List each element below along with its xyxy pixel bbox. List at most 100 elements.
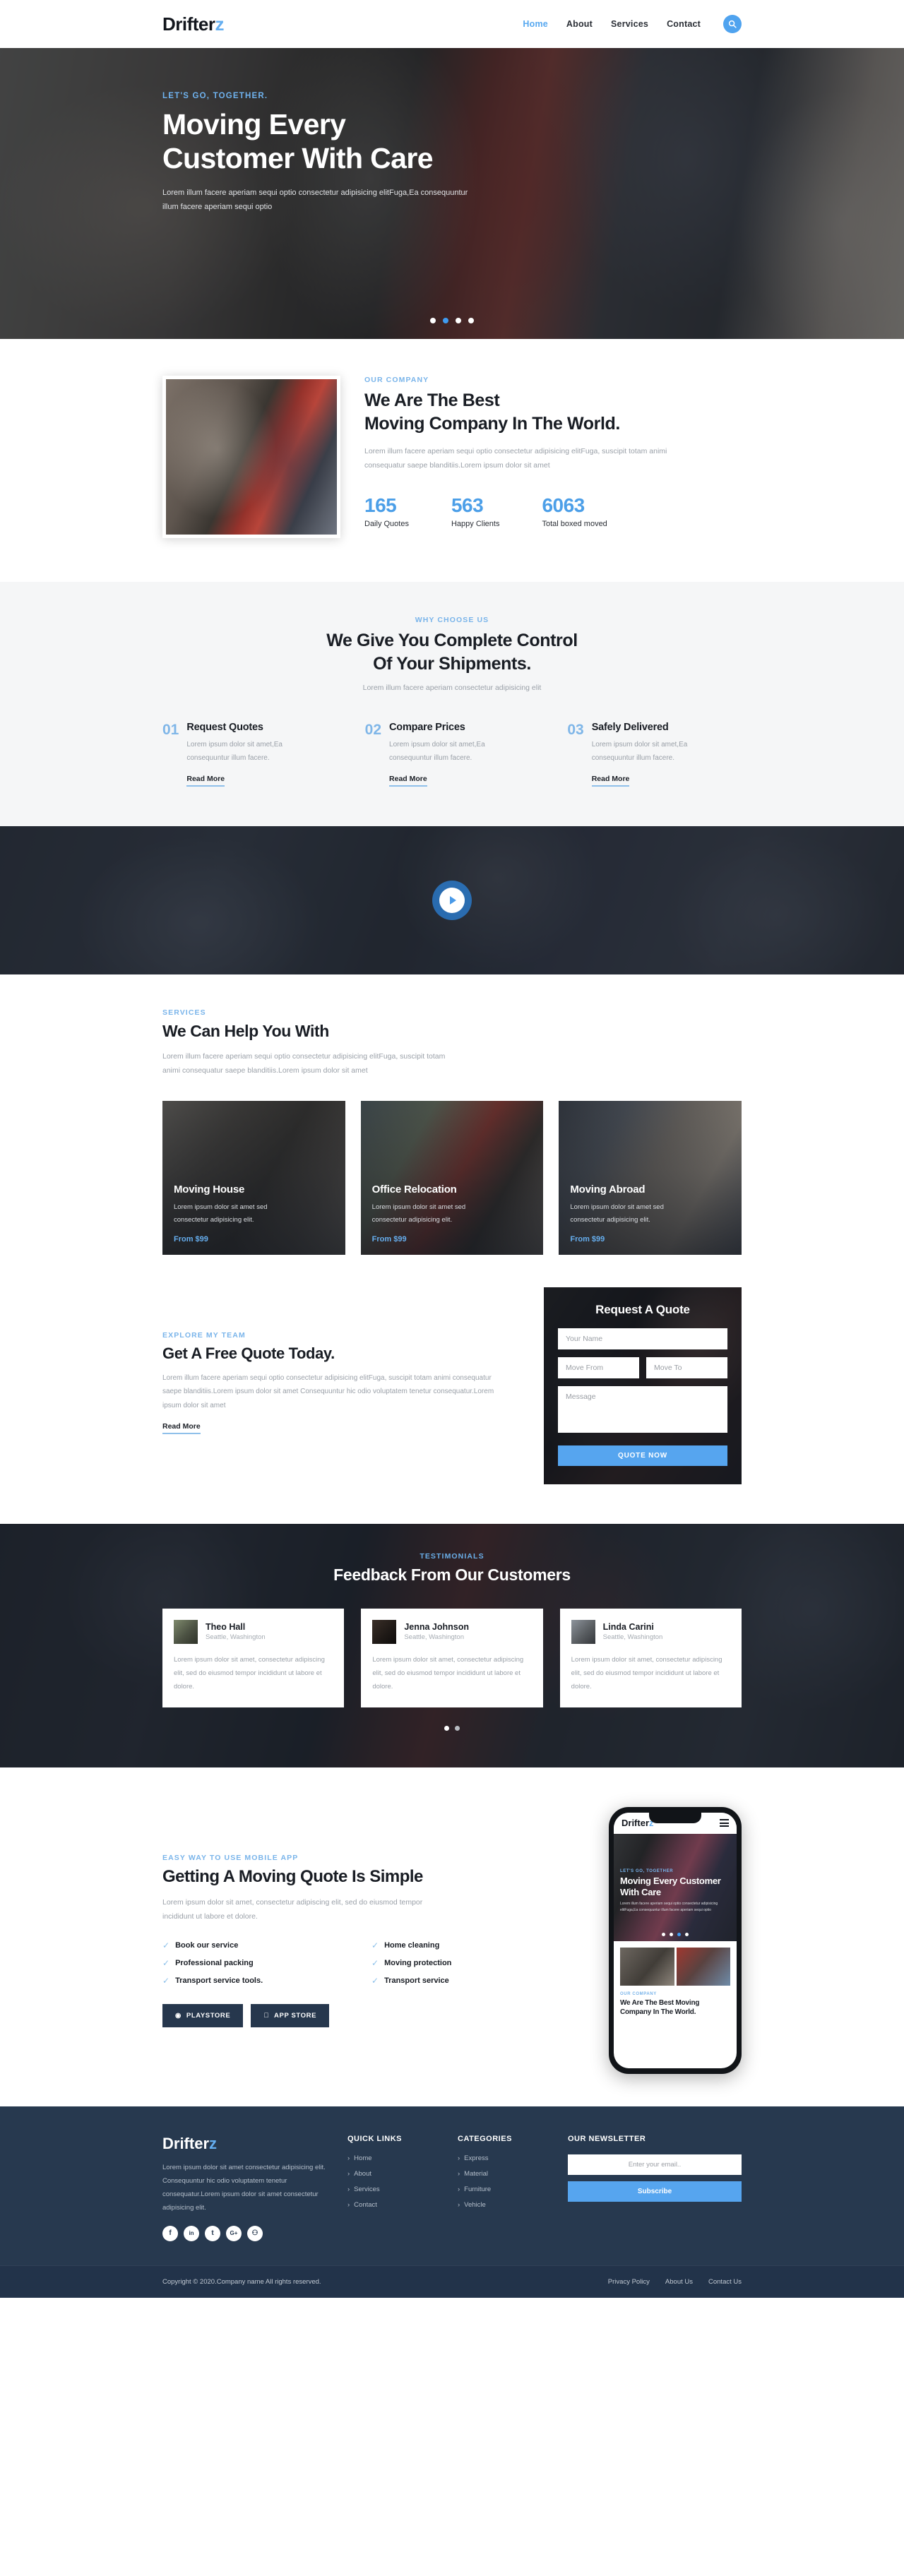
contact-us-link[interactable]: Contact Us bbox=[708, 2278, 742, 2286]
phone-notch bbox=[649, 1812, 701, 1823]
phone-hero-paragraph: Lorem illum facere aperiam sequi optio c… bbox=[620, 1902, 718, 1912]
quote-move-from-input[interactable] bbox=[558, 1356, 639, 1378]
why-feature-item: 02 Compare Prices Lorem ipsum dolor sit … bbox=[365, 722, 540, 787]
check-icon: ✓ bbox=[371, 1940, 379, 1950]
avatar bbox=[571, 1619, 595, 1644]
quote-name-input[interactable] bbox=[558, 1328, 727, 1349]
facebook-icon[interactable]: f bbox=[162, 2225, 178, 2241]
nav-item-services[interactable]: Services bbox=[611, 19, 648, 29]
quote-message-textarea[interactable] bbox=[558, 1385, 727, 1433]
logo-accent-text: z bbox=[215, 13, 225, 35]
phone-dot-2[interactable] bbox=[670, 1932, 673, 1936]
quote-submit-button[interactable]: QUOTE NOW bbox=[558, 1445, 727, 1466]
footer-category-vehicle[interactable]: Vehicle bbox=[458, 2201, 548, 2209]
copyright-bar: Copyright © 2020.Company name All rights… bbox=[0, 2265, 904, 2298]
footer-category-furniture[interactable]: Furniture bbox=[458, 2186, 548, 2193]
hero-paragraph: Lorem illum facere aperiam sequi optio c… bbox=[162, 188, 468, 212]
footer-quick-links-column: QUICK LINKS Home About Services Contact bbox=[347, 2135, 438, 2241]
appstore-button[interactable]:  APP STORE bbox=[251, 2003, 330, 2027]
about-title-line2: Moving Company In The World. bbox=[364, 413, 620, 434]
why-read-more-link[interactable]: Read More bbox=[591, 775, 630, 787]
service-card[interactable]: Office Relocation Lorem ipsum dolor sit … bbox=[360, 1100, 544, 1255]
stat-label: Happy Clients bbox=[451, 519, 500, 528]
footer-link-contact[interactable]: Contact bbox=[347, 2201, 438, 2209]
nav-item-home[interactable]: Home bbox=[523, 19, 548, 29]
footer-category-express[interactable]: Express bbox=[458, 2154, 548, 2162]
service-card-price: From $99 bbox=[570, 1234, 605, 1244]
hero-kicker: LET'S GO, TOGETHER. bbox=[162, 92, 268, 100]
playstore-button[interactable]: ◉ PLAYSTORE bbox=[162, 2003, 244, 2027]
testimonial-card: Linda Carini Seattle, Washington Lorem i… bbox=[559, 1608, 742, 1707]
testimonial-dot-2[interactable] bbox=[455, 1725, 460, 1731]
hero-dot-3[interactable] bbox=[456, 318, 461, 323]
phone-about-image-1 bbox=[620, 1947, 674, 1986]
hero-title: Moving Every Customer With Care bbox=[162, 107, 742, 176]
testimonial-location: Seattle, Washington bbox=[206, 1633, 266, 1642]
why-read-more-link[interactable]: Read More bbox=[186, 775, 225, 787]
footer-link-about[interactable]: About bbox=[347, 2170, 438, 2178]
site-logo[interactable]: Drifterz bbox=[162, 13, 224, 35]
nav-item-contact[interactable]: Contact bbox=[667, 19, 701, 29]
app-store-buttons: ◉ PLAYSTORE  APP STORE bbox=[162, 2003, 581, 2027]
hero-dot-2[interactable] bbox=[443, 318, 448, 323]
testimonials-kicker: TESTIMONIALS bbox=[420, 1551, 484, 1561]
phone-mockup: Drifterz LET'S GO, TOGETHER Moving Every… bbox=[609, 1806, 742, 2074]
about-section: OUR COMPANY We Are The Best Moving Compa… bbox=[0, 339, 904, 582]
footer-category-material[interactable]: Material bbox=[458, 2170, 548, 2178]
stat-item: 563 Happy Clients bbox=[451, 494, 499, 528]
footer-link-home[interactable]: Home bbox=[347, 2154, 438, 2162]
footer-quick-links-title: QUICK LINKS bbox=[347, 2134, 402, 2143]
google-plus-icon[interactable]: G+ bbox=[226, 2225, 242, 2241]
newsletter-subscribe-button[interactable]: Subscribe bbox=[568, 2181, 742, 2202]
phone-dot-1[interactable] bbox=[662, 1932, 665, 1936]
linkedin-icon[interactable]: in bbox=[184, 2225, 199, 2241]
hero-slider-dots bbox=[0, 318, 904, 323]
nav-item-about[interactable]: About bbox=[566, 19, 593, 29]
hero-slider: LET'S GO, TOGETHER. Moving Every Custome… bbox=[0, 48, 904, 339]
app-feature-item: ✓ Professional packing bbox=[162, 1959, 371, 1967]
service-card-title: Moving House bbox=[174, 1183, 245, 1195]
services-title: We Can Help You With bbox=[162, 1022, 329, 1040]
quote-section: EXPLORE MY TEAM Get A Free Quote Today. … bbox=[0, 1278, 904, 1524]
testimonial-text: Lorem ipsum dolor sit amet, consectetur … bbox=[174, 1655, 325, 1690]
stat-number: 563 bbox=[451, 494, 484, 516]
search-button[interactable] bbox=[723, 15, 742, 33]
footer-categories-title: CATEGORIES bbox=[458, 2134, 512, 2143]
testimonial-card: Theo Hall Seattle, Washington Lorem ipsu… bbox=[162, 1608, 345, 1707]
video-banner bbox=[0, 826, 904, 974]
about-kicker: OUR COMPANY bbox=[364, 376, 429, 384]
why-feature-number: 03 bbox=[567, 722, 584, 738]
quote-paragraph: Lorem illum facere aperiam sequi optio c… bbox=[162, 1373, 494, 1409]
testimonial-dot-1[interactable] bbox=[444, 1725, 449, 1731]
why-read-more-link[interactable]: Read More bbox=[389, 775, 427, 787]
service-card-text: Lorem ipsum dolor sit amet sed consectet… bbox=[570, 1203, 664, 1224]
about-paragraph: Lorem illum facere aperiam sequi optio c… bbox=[364, 447, 667, 470]
phone-dot-3[interactable] bbox=[677, 1932, 681, 1936]
service-card[interactable]: Moving House Lorem ipsum dolor sit amet … bbox=[162, 1100, 345, 1255]
why-feature-number: 01 bbox=[162, 722, 179, 738]
copyright-links: Privacy Policy About Us Contact Us bbox=[608, 2278, 742, 2286]
check-icon: ✓ bbox=[162, 1957, 170, 1968]
github-icon[interactable]: ⚇ bbox=[247, 2225, 263, 2241]
service-card[interactable]: Moving Abroad Lorem ipsum dolor sit amet… bbox=[559, 1100, 742, 1255]
hero-dot-4[interactable] bbox=[468, 318, 474, 323]
footer-link-services[interactable]: Services bbox=[347, 2186, 438, 2193]
footer-logo[interactable]: Drifterz bbox=[162, 2135, 328, 2153]
phone-about: OUR COMPANY We Are The Best Moving Compa… bbox=[614, 1940, 737, 2023]
avatar bbox=[372, 1619, 397, 1644]
newsletter-email-input[interactable] bbox=[568, 2154, 742, 2175]
twitter-icon[interactable]: t bbox=[205, 2225, 220, 2241]
testimonials-title: Feedback From Our Customers bbox=[333, 1565, 571, 1584]
privacy-policy-link[interactable]: Privacy Policy bbox=[608, 2278, 650, 2286]
phone-dot-4[interactable] bbox=[685, 1932, 689, 1936]
quote-read-more-link[interactable]: Read More bbox=[162, 1422, 201, 1435]
app-paragraph: Lorem ipsum dolor sit amet, consectetur … bbox=[162, 1897, 423, 1921]
about-us-link[interactable]: About Us bbox=[665, 2278, 693, 2286]
about-stats: 165 Daily Quotes 563 Happy Clients 6063 … bbox=[364, 494, 742, 528]
hamburger-icon[interactable] bbox=[720, 1819, 729, 1827]
quote-move-to-input[interactable] bbox=[646, 1356, 727, 1378]
hero-dot-1[interactable] bbox=[430, 318, 436, 323]
services-paragraph: Lorem illum facere aperiam sequi optio c… bbox=[162, 1052, 446, 1075]
video-play-button[interactable] bbox=[432, 881, 472, 920]
hero-title-line1: Moving Every bbox=[162, 108, 346, 141]
